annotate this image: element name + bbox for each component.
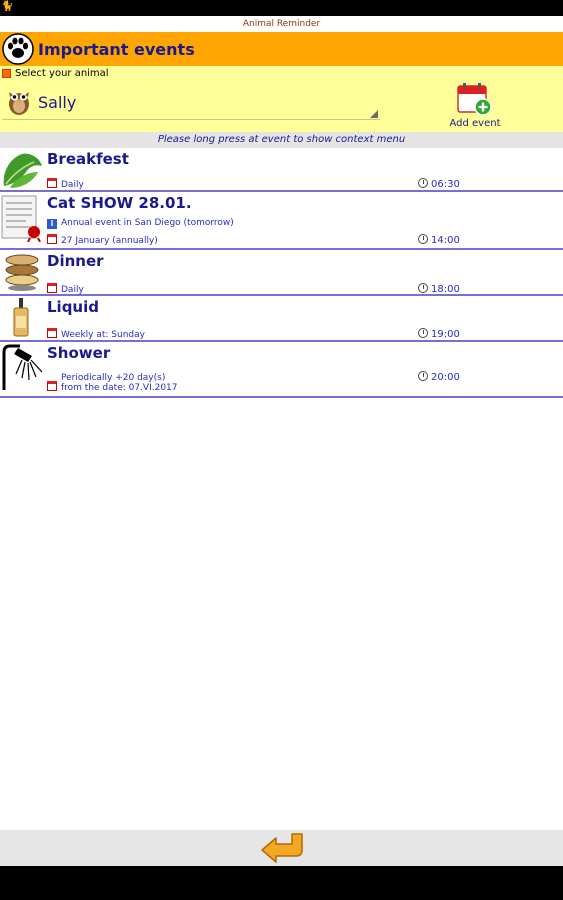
clock-icon <box>418 371 428 381</box>
list-item[interactable]: Shower Periodically +20 day(s) from the … <box>0 342 563 398</box>
list-item[interactable]: Breakfest Daily 06:30 <box>0 148 563 192</box>
cat-notification-icon: 🐈 <box>1 1 14 12</box>
app-title: Animal Reminder <box>242 19 321 29</box>
paw-icon <box>2 33 34 65</box>
list-item[interactable]: Cat SHOW 28.01. i Annual event in San Die… <box>0 192 563 250</box>
calendar-icon <box>47 178 57 188</box>
system-nav-bar <box>0 866 563 900</box>
event-time: 18:00 <box>418 283 460 295</box>
events-list: Breakfest Daily 06:30 Cat SHOW 28.01. iA… <box>0 148 563 398</box>
food-bowls-icon <box>5 254 39 291</box>
back-arrow-icon[interactable] <box>258 832 306 864</box>
list-item[interactable]: Liquid Weekly at: Sunday 19:00 <box>0 296 563 342</box>
event-recurrence: Weekly at: Sunday <box>47 328 145 340</box>
owl-icon <box>9 92 29 115</box>
bottle-icon <box>13 298 29 337</box>
event-title: Cat SHOW 28.01. <box>47 194 192 212</box>
event-time: 06:30 <box>418 178 460 190</box>
event-recurrence: Daily <box>47 283 84 295</box>
calendar-add-icon <box>457 83 492 116</box>
info-icon: i <box>47 219 57 229</box>
animal-spinner-value: Sally <box>38 93 77 112</box>
add-event-label: Add event <box>449 118 501 129</box>
event-title: Shower <box>47 344 111 362</box>
document-icon <box>1 195 41 242</box>
list-item[interactable]: Dinner Daily 18:00 <box>0 250 563 296</box>
event-description: i Annual event in San Diego (tomorrow) <box>47 218 234 229</box>
calendar-icon <box>47 283 57 293</box>
bottom-bar <box>0 830 563 866</box>
clock-icon <box>418 283 428 293</box>
event-time: 14:00 <box>418 234 460 246</box>
select-bullet-icon <box>2 69 11 78</box>
header: Important events <box>0 32 563 66</box>
animal-spinner[interactable]: Sally <box>2 83 380 120</box>
app-titlebar: Animal Reminder <box>0 16 563 32</box>
hint-bar: Please long press at event to show conte… <box>0 132 563 148</box>
clock-icon <box>418 178 428 188</box>
add-event-button[interactable]: Add event <box>440 82 510 132</box>
calendar-icon <box>47 381 57 391</box>
clock-icon <box>418 328 428 338</box>
event-time: 20:00 <box>418 371 460 383</box>
dropdown-arrow-icon <box>370 110 378 118</box>
event-recurrence-cont: from the date: 07.VI.2017 <box>47 381 178 393</box>
lettuce-icon <box>3 153 42 188</box>
calendar-icon <box>47 234 57 244</box>
clock-icon <box>418 234 428 244</box>
hint-text: Please long press at event to show conte… <box>157 134 406 145</box>
event-recurrence: Daily <box>47 178 84 190</box>
animal-panel: Select your animal Sally Add event <box>0 66 563 132</box>
event-title: Breakfest <box>47 150 129 168</box>
status-bar: 🐈 <box>0 0 563 16</box>
calendar-icon <box>47 328 57 338</box>
event-time: 19:00 <box>418 328 460 340</box>
select-animal-label: Select your animal <box>15 68 109 79</box>
shower-icon <box>2 344 43 390</box>
event-title: Liquid <box>47 298 99 316</box>
page-title: Important events <box>38 40 195 59</box>
event-title: Dinner <box>47 252 104 270</box>
event-recurrence: 27 January (annually) <box>47 234 158 246</box>
